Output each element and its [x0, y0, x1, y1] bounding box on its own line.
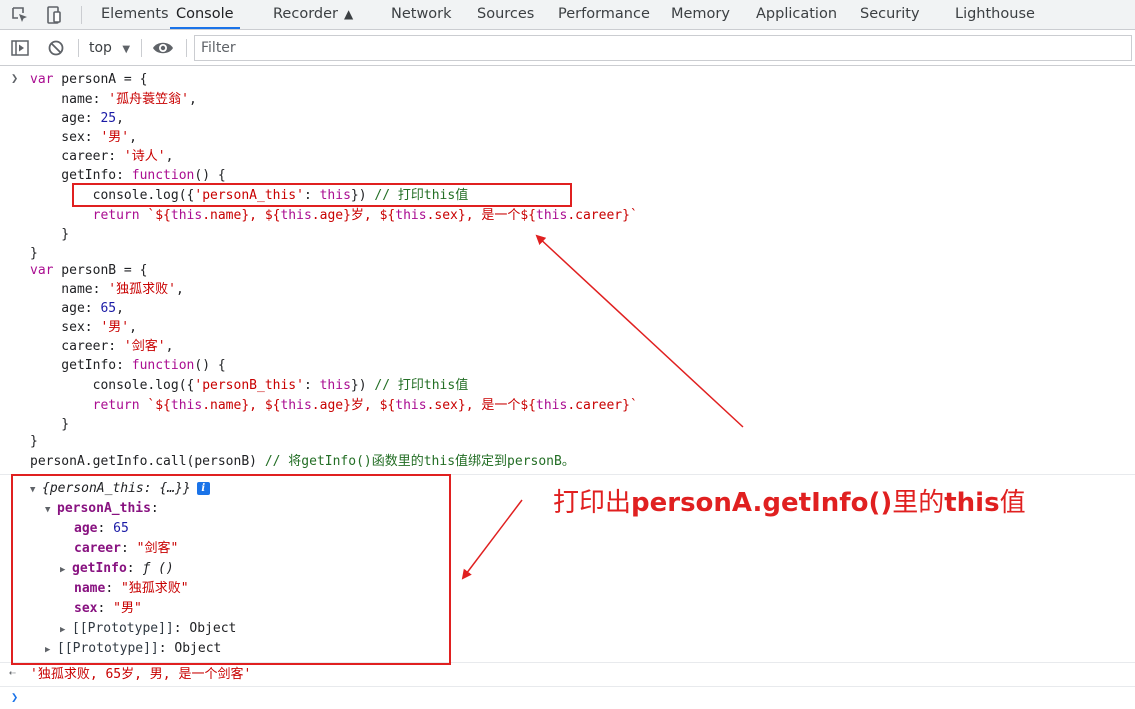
- tab-performance-label: Performance: [558, 6, 650, 22]
- clear-console-icon[interactable]: [46, 38, 66, 58]
- tab-performance[interactable]: Performance: [558, 0, 650, 29]
- tab-lighthouse-label: Lighthouse: [955, 6, 1035, 22]
- tab-console-label: Console: [176, 6, 234, 22]
- toolbar-divider: [186, 39, 187, 57]
- tab-application[interactable]: Application: [756, 0, 837, 29]
- context-selector[interactable]: top ▼: [89, 38, 130, 58]
- code-line: console.log({'personB_this': this}) // 打…: [30, 378, 469, 393]
- tab-memory[interactable]: Memory: [671, 0, 730, 29]
- tab-elements[interactable]: Elements: [101, 0, 169, 29]
- console-toolbar: top ▼: [0, 30, 1135, 66]
- code-line: personA.getInfo.call(personB) // 将getInf…: [30, 454, 575, 469]
- tab-security-label: Security: [860, 6, 920, 22]
- annotation-text: 打印出personA.getInfo()里的this值: [553, 488, 1026, 518]
- tab-security[interactable]: Security: [860, 0, 920, 29]
- code-line: }: [30, 434, 38, 449]
- tab-application-label: Application: [756, 6, 838, 22]
- code-line: }: [30, 227, 70, 242]
- code-line: sex: '男',: [30, 130, 137, 145]
- return-value: '独孤求败, 65岁, 男, 是一个剑客': [30, 667, 252, 682]
- code-line: getInfo: function() {: [30, 358, 226, 373]
- tab-sources-label: Sources: [477, 6, 535, 22]
- highlight-box-log-output: [11, 474, 451, 665]
- tab-memory-label: Memory: [671, 6, 730, 22]
- code-line: age: 65,: [30, 301, 124, 316]
- sidebar-toggle-icon[interactable]: [10, 38, 30, 58]
- tab-network[interactable]: Network: [391, 0, 452, 29]
- tab-recorder[interactable]: Recorder ▲: [273, 0, 353, 29]
- console-prompt-chevron-icon[interactable]: ❯: [11, 690, 18, 704]
- inspect-element-icon[interactable]: [10, 5, 30, 25]
- filter-input[interactable]: [194, 35, 1132, 61]
- code-line: career: '诗人',: [30, 149, 174, 164]
- code-line: name: '独孤求败',: [30, 282, 184, 297]
- toolbar-divider: [141, 39, 142, 57]
- code-line: var personB = {: [30, 263, 148, 278]
- tab-elements-label: Elements: [101, 6, 169, 22]
- code-line: name: '孤舟蓑笠翁',: [30, 92, 197, 107]
- code-line: sex: '男',: [30, 320, 137, 335]
- code-line: return `${this.name}, ${this.age}岁, ${th…: [30, 398, 638, 413]
- result-arrow-icon: ⇠: [9, 666, 16, 679]
- tab-network-label: Network: [391, 6, 452, 22]
- live-expression-eye-icon[interactable]: [152, 38, 173, 58]
- tab-sources[interactable]: Sources: [477, 0, 534, 29]
- input-prompt-chevron-icon: ❯: [11, 71, 19, 85]
- toolbar-divider: [78, 39, 79, 57]
- flask-icon: ▲: [343, 7, 354, 21]
- code-line: return `${this.name}, ${this.age}岁, ${th…: [30, 208, 638, 223]
- code-line: career: '剑客',: [30, 339, 174, 354]
- tab-console[interactable]: Console: [170, 0, 240, 29]
- device-toolbar-icon[interactable]: [44, 5, 64, 25]
- code-line: age: 25,: [30, 111, 124, 126]
- code-line: var personA = {: [30, 72, 148, 87]
- chevron-down-icon: ▼: [122, 44, 131, 55]
- tab-bar-divider: [81, 6, 82, 24]
- context-selector-value: top: [89, 40, 112, 56]
- message-divider: [0, 686, 1135, 687]
- tab-lighthouse[interactable]: Lighthouse: [955, 0, 1035, 29]
- highlight-box-console-log: [72, 183, 572, 207]
- devtools-tab-bar: Elements Console Recorder ▲ Network Sourc…: [0, 0, 1135, 30]
- tab-recorder-label: Recorder: [273, 6, 338, 22]
